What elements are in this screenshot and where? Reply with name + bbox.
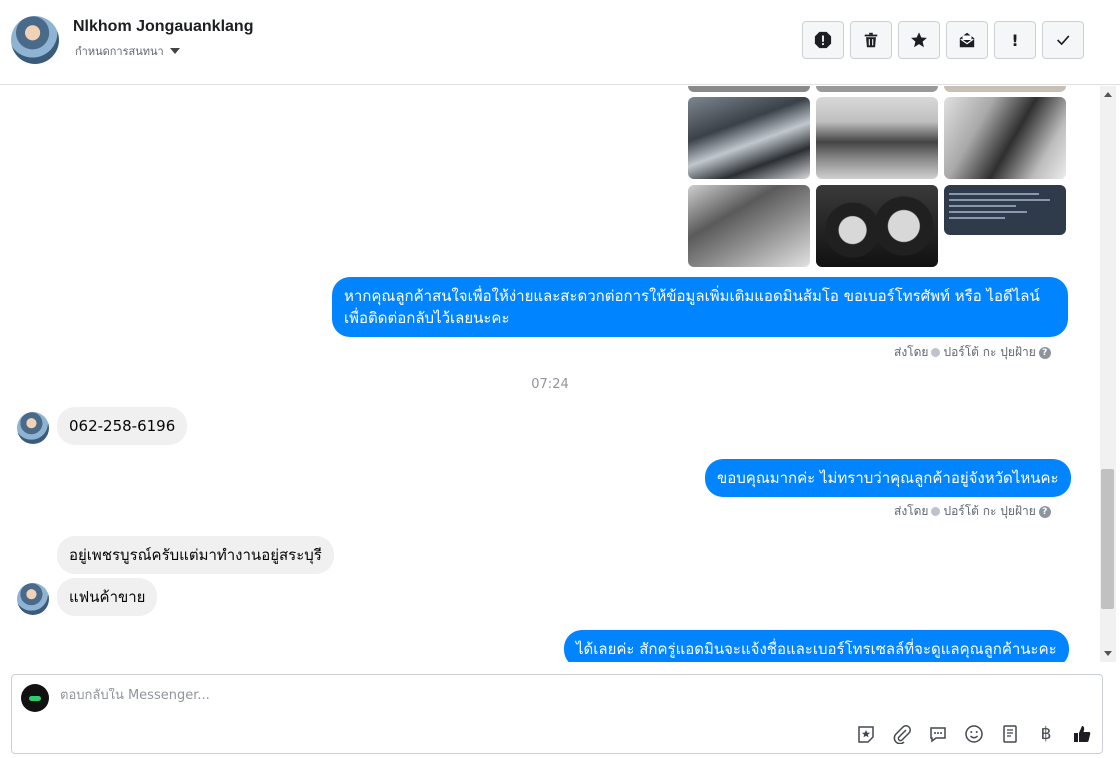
sent-by-info: ส่งโดย ปอร์โต้ กะ ปุยฝ้าย ?: [894, 343, 1051, 362]
conversation-label: กำหนดการสนทนา: [75, 45, 164, 58]
baht-icon: ฿: [1040, 724, 1052, 744]
reply-composer: ฿: [11, 674, 1103, 754]
sender-avatar[interactable]: [17, 412, 49, 444]
order-form-icon: [1003, 725, 1017, 743]
trash-icon: [864, 32, 878, 48]
seen-check-icon: [931, 507, 941, 516]
conversation-label-dropdown[interactable]: กำหนดการสนทนา: [75, 42, 180, 60]
done-icon: [1057, 35, 1070, 46]
saved-reply-icon: [930, 727, 946, 743]
help-icon[interactable]: ?: [1038, 346, 1051, 359]
saved-reply-button[interactable]: [926, 722, 950, 746]
report-button[interactable]: [802, 21, 844, 59]
photo-document[interactable]: [944, 185, 1066, 235]
incoming-message[interactable]: อยู่เพชรบูรณ์ครับแต่มาทำงานอยู่สระบุรี: [57, 536, 334, 574]
thread-scrollbar[interactable]: [1100, 86, 1116, 662]
photo-seat[interactable]: [944, 97, 1066, 179]
timestamp-separator: 07:24: [531, 377, 569, 392]
like-icon: [1074, 726, 1091, 742]
like-button[interactable]: [1070, 722, 1094, 746]
composer-toolbar: ฿: [854, 722, 1094, 746]
photo-dashboard[interactable]: [816, 97, 938, 179]
follow-up-icon: !: [1011, 30, 1019, 50]
scroll-down-arrow[interactable]: [1104, 651, 1112, 656]
follow-up-button[interactable]: !: [994, 21, 1036, 59]
outgoing-message[interactable]: หากคุณลูกค้าสนใจเพื่อให้ง่ายและสะดวกต่อก…: [332, 277, 1068, 337]
report-icon: [814, 31, 832, 49]
reply-input[interactable]: [60, 688, 960, 703]
delete-button[interactable]: [850, 21, 892, 59]
sticker-star-icon: [858, 726, 874, 743]
message-thread[interactable]: หากคุณลูกค้าสนใจเพื่อให้ง่ายและสะดวกต่อก…: [0, 86, 1100, 662]
photo-gear[interactable]: [688, 185, 810, 267]
photo-engine[interactable]: [688, 97, 810, 179]
caret-down-icon: [169, 48, 180, 54]
contact-name[interactable]: Nlkhom Jongauanklang: [73, 18, 253, 36]
sender-avatar[interactable]: [17, 583, 49, 615]
payment-button[interactable]: ฿: [1034, 722, 1058, 746]
message-text: ได้เลยค่ะ สักครู่แอดมินจะแจ้งชื่อและเบอร…: [576, 640, 1057, 658]
message-line: หากคุณลูกค้าสนใจเพื่อให้ง่ายและสะดวกต่อก…: [344, 287, 1040, 305]
sent-by-prefix: ส่งโดย: [894, 504, 929, 518]
mark-done-button[interactable]: [1042, 21, 1084, 59]
photo-thumbnail[interactable]: [688, 86, 810, 92]
outgoing-message[interactable]: ขอบคุณมากค่ะ ไม่ทราบว่าคุณลูกค้าอยู่จังห…: [705, 459, 1071, 497]
contact-avatar[interactable]: [11, 16, 59, 64]
sent-by-name[interactable]: ปอร์โต้ กะ ปุยฝ้าย: [943, 343, 1035, 362]
scroll-thumb[interactable]: [1101, 469, 1114, 609]
incoming-message[interactable]: แฟนค้าขาย: [57, 578, 158, 616]
star-button[interactable]: [898, 21, 940, 59]
header-actions: !: [802, 21, 1084, 59]
page-avatar: [21, 684, 49, 712]
photo-thumbnail[interactable]: [944, 86, 1066, 92]
photo-gauge[interactable]: [816, 185, 938, 267]
mark-unread-icon: [959, 32, 975, 48]
sent-by-prefix: ส่งโดย: [894, 345, 929, 359]
message-text: อยู่เพชรบูรณ์ครับแต่มาทำงานอยู่สระบุรี: [69, 546, 322, 564]
star-icon: [911, 32, 927, 48]
incoming-message[interactable]: 062-258-6196: [57, 407, 188, 445]
attachment-icon: [893, 725, 911, 744]
emoji-icon: [965, 725, 983, 743]
sticker-button[interactable]: [854, 722, 878, 746]
sent-by-name[interactable]: ปอร์โต้ กะ ปุยฝ้าย: [943, 502, 1035, 521]
photo-thumbnail[interactable]: [816, 86, 938, 92]
message-text: 062-258-6196: [69, 417, 176, 435]
outgoing-message[interactable]: ได้เลยค่ะ สักครู่แอดมินจะแจ้งชื่อและเบอร…: [564, 630, 1069, 662]
emoji-button[interactable]: [962, 722, 986, 746]
order-form-button[interactable]: [998, 722, 1022, 746]
seen-check-icon: [931, 348, 941, 357]
mark-unread-button[interactable]: [946, 21, 988, 59]
scroll-up-arrow[interactable]: [1104, 92, 1112, 97]
message-text: แฟนค้าขาย: [69, 588, 146, 606]
conversation-header: Nlkhom Jongauanklang กำหนดการสนทนา !: [0, 0, 1120, 85]
help-icon[interactable]: ?: [1038, 505, 1051, 518]
sent-by-info: ส่งโดย ปอร์โต้ กะ ปุยฝ้าย ?: [894, 502, 1051, 521]
message-line: เพื่อติดต่อกลับไว้เลยนะคะ: [344, 309, 510, 327]
message-text: ขอบคุณมากค่ะ ไม่ทราบว่าคุณลูกค้าอยู่จังห…: [717, 469, 1059, 487]
attach-button[interactable]: [890, 722, 914, 746]
